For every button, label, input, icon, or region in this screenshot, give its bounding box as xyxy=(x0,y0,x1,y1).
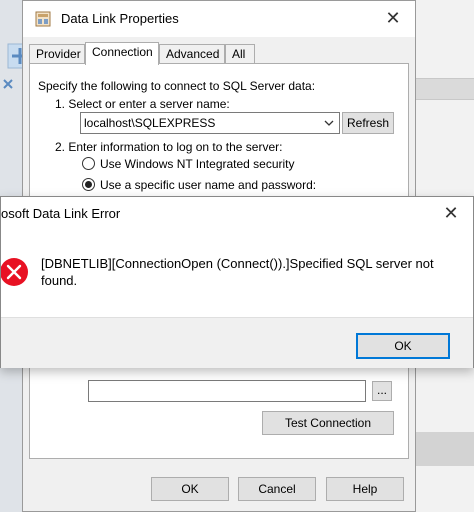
error-body: [DBNETLIB][ConnectionOpen (Connect()).]S… xyxy=(1,229,473,317)
refresh-button[interactable]: Refresh xyxy=(342,112,394,134)
chevron-down-icon[interactable] xyxy=(323,116,335,130)
test-connection-button[interactable]: Test Connection xyxy=(262,411,394,435)
help-button[interactable]: Help xyxy=(326,477,404,501)
background-app-footer xyxy=(412,432,474,466)
error-message: [DBNETLIB][ConnectionOpen (Connect()).]S… xyxy=(41,256,434,288)
radio-specific-user-label: Use a specific user name and password: xyxy=(100,178,317,192)
error-ok-button[interactable]: OK xyxy=(356,333,450,359)
dialog-title: Data Link Properties xyxy=(61,11,179,26)
server-name-combobox[interactable]: localhost\SQLEXPRESS xyxy=(80,112,340,134)
radio-windows-security[interactable] xyxy=(82,157,95,170)
tab-advanced[interactable]: Advanced xyxy=(159,44,225,64)
cancel-button[interactable]: Cancel xyxy=(238,477,316,501)
error-dialog-title: osoft Data Link Error xyxy=(1,206,121,221)
tab-all[interactable]: All xyxy=(225,44,255,64)
ok-button[interactable]: OK xyxy=(151,477,229,501)
title-bar: Data Link Properties ✕ xyxy=(23,1,415,37)
initial-catalog-field[interactable] xyxy=(88,380,366,402)
error-icon xyxy=(1,258,28,286)
background-app-toolbar xyxy=(412,78,474,100)
radio-specific-user[interactable] xyxy=(82,178,95,191)
screen: Data Link Properties ✕ Provider Connecti… xyxy=(0,0,474,512)
error-footer: OK xyxy=(1,317,473,368)
browse-button[interactable]: ... xyxy=(372,381,392,401)
error-dialog: osoft Data Link Error ✕ [DBNETLIB][Conne… xyxy=(0,196,474,368)
step1-label: 1. Select or enter a server name: xyxy=(55,97,230,111)
radio-windows-security-label: Use Windows NT Integrated security xyxy=(100,157,295,171)
error-close-icon[interactable]: ✕ xyxy=(439,201,463,225)
tab-provider[interactable]: Provider xyxy=(29,44,85,64)
error-title-bar: osoft Data Link Error ✕ xyxy=(1,197,473,229)
data-link-app-icon xyxy=(35,11,51,27)
intro-text: Specify the following to connect to SQL … xyxy=(38,79,316,93)
server-name-value: localhost\SQLEXPRESS xyxy=(84,116,216,130)
close-icon[interactable]: ✕ xyxy=(381,6,405,30)
step2-label: 2. Enter information to log on to the se… xyxy=(55,140,283,154)
tab-connection[interactable]: Connection xyxy=(85,42,159,65)
